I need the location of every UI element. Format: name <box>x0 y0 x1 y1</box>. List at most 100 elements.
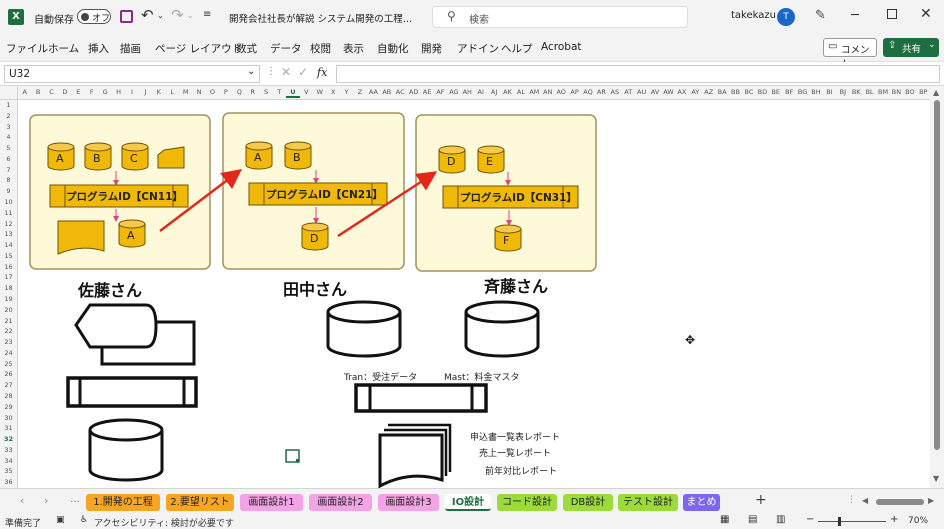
column-header-cell[interactable]: BI <box>823 88 836 96</box>
card-shape-outline[interactable] <box>74 303 196 366</box>
row-header-cell[interactable]: 4 <box>0 132 17 143</box>
column-header-cell[interactable]: AC <box>394 88 407 96</box>
column-header-cell[interactable]: AR <box>595 88 608 96</box>
row-header-cell[interactable]: 22 <box>0 326 17 337</box>
comment-button[interactable]: ▭ コメント <box>823 38 877 70</box>
row-header-cell[interactable]: 1 <box>0 100 17 111</box>
column-header-cell[interactable]: AF <box>434 88 447 96</box>
name-box[interactable]: U32 ⌄ <box>4 65 260 83</box>
column-header-cell[interactable]: X <box>326 88 339 96</box>
row-header-cell[interactable]: 35 <box>0 466 17 477</box>
tab-acrobat[interactable]: Acrobat <box>541 41 582 53</box>
column-header-cell[interactable]: BH <box>809 88 822 96</box>
column-header-cell[interactable]: AI <box>474 88 487 96</box>
zoom-slider[interactable] <box>818 517 886 526</box>
row-header-cell[interactable]: 25 <box>0 359 17 370</box>
column-header-cell[interactable]: Z <box>353 88 366 96</box>
customize-qat-icon[interactable]: ≡ <box>203 9 211 20</box>
tab-formulas[interactable]: 数式 <box>236 41 257 56</box>
column-header-cell[interactable]: BC <box>742 88 755 96</box>
row-header-cell[interactable]: 33 <box>0 445 17 456</box>
tab-insert[interactable]: 挿入 <box>88 41 109 56</box>
row-header-cell[interactable]: 12 <box>0 219 17 230</box>
sheet-tab[interactable]: まとめ <box>683 494 720 511</box>
column-header-cell[interactable]: AE <box>420 88 433 96</box>
sheet-tab[interactable]: テスト設計 <box>618 494 678 511</box>
horizontal-scrollbar[interactable]: ◀ ▶ <box>862 496 938 508</box>
predefined-process-shape[interactable] <box>66 376 198 408</box>
column-header-cell[interactable]: AB <box>380 88 393 96</box>
row-header-cell[interactable]: 28 <box>0 391 17 402</box>
column-header-cell[interactable]: F <box>85 88 98 96</box>
column-header-cell[interactable]: AA <box>367 88 380 96</box>
close-icon[interactable]: ✕ <box>920 6 932 22</box>
row-header-cell[interactable]: 6 <box>0 154 17 165</box>
column-header-cell[interactable]: AK <box>501 88 514 96</box>
hscroll-left-icon[interactable]: ◀ <box>862 496 868 505</box>
column-header-cell[interactable]: AY <box>689 88 702 96</box>
more-icon[interactable]: ⋮ <box>266 66 276 77</box>
predefined-process-shape-2[interactable] <box>354 383 488 413</box>
undo-dropdown-icon[interactable]: ⌄ <box>157 11 164 20</box>
column-header-cell[interactable]: D <box>58 88 71 96</box>
scroll-thumb[interactable] <box>934 100 940 450</box>
tab-view[interactable]: 表示 <box>343 41 364 56</box>
column-header-cell[interactable]: AU <box>635 88 648 96</box>
tab-help[interactable]: ヘルプ <box>501 41 533 56</box>
tab-draw[interactable]: 描画 <box>120 41 141 56</box>
column-header-cell[interactable]: BB <box>729 88 742 96</box>
column-header-cell[interactable]: AG <box>447 88 460 96</box>
column-header-cell[interactable]: BP <box>917 88 930 96</box>
row-header-cell[interactable]: 15 <box>0 251 17 262</box>
zoom-in-icon[interactable]: + <box>890 514 898 525</box>
column-header-cell[interactable]: M <box>179 88 192 96</box>
column-header-cell[interactable]: I <box>125 88 138 96</box>
sheet-tab[interactable]: 画面設計1 <box>240 494 303 511</box>
enter-icon[interactable]: ✓ <box>298 65 308 79</box>
column-header-cell[interactable]: BL <box>863 88 876 96</box>
sheet-tab[interactable]: DB設計 <box>563 494 613 511</box>
user-name[interactable]: takekazu <box>731 10 776 21</box>
column-header-cell[interactable]: H <box>112 88 125 96</box>
column-header-cell[interactable]: J <box>139 88 152 96</box>
column-header-cell[interactable]: T <box>273 88 286 96</box>
row-header-cell[interactable]: 7 <box>0 165 17 176</box>
column-header-cell[interactable]: R <box>246 88 259 96</box>
row-header-cell[interactable]: 14 <box>0 240 17 251</box>
column-header-cell[interactable]: Q <box>233 88 246 96</box>
column-header-cell[interactable]: S <box>259 88 272 96</box>
share-button[interactable]: ⇪ 共有 ⌄ <box>883 38 939 57</box>
save-icon[interactable] <box>120 10 133 23</box>
cancel-icon[interactable]: ✕ <box>281 65 291 79</box>
column-header-cell[interactable]: AV <box>648 88 661 96</box>
cylinder-outline-mast[interactable] <box>464 300 540 358</box>
row-header-cell[interactable]: 13 <box>0 229 17 240</box>
column-header-cell[interactable]: AN <box>541 88 554 96</box>
column-header-cell[interactable]: BN <box>890 88 903 96</box>
column-header-cell[interactable]: AM <box>528 88 541 96</box>
hscroll-thumb[interactable] <box>876 499 924 505</box>
document-title[interactable]: 開発会社社長が解説 システム開発の工程… <box>229 11 412 25</box>
designer-icon[interactable]: ✎ <box>815 8 826 23</box>
row-header-cell[interactable]: 16 <box>0 262 17 273</box>
zoom-slider-handle[interactable] <box>838 517 841 526</box>
column-header-cell[interactable]: BG <box>796 88 809 96</box>
column-header-cell[interactable]: U <box>286 88 300 98</box>
row-header-cell[interactable]: 3 <box>0 122 17 133</box>
row-header-cell[interactable]: 29 <box>0 402 17 413</box>
tab-scroll-right-icon[interactable]: › <box>44 494 48 507</box>
column-header-cell[interactable]: AJ <box>487 88 500 96</box>
column-header-cell[interactable]: W <box>313 88 326 96</box>
row-header-cell[interactable]: 17 <box>0 272 17 283</box>
tab-home[interactable]: ホーム <box>48 41 79 56</box>
column-header-cell[interactable]: BF <box>782 88 795 96</box>
redo-icon[interactable]: ↷ <box>171 6 184 24</box>
row-header-cell[interactable]: 24 <box>0 348 17 359</box>
column-header-cell[interactable]: Y <box>340 88 353 96</box>
tab-overflow-icon[interactable]: … <box>70 494 80 505</box>
vertical-scrollbar[interactable]: ▲ ▼ <box>930 86 944 488</box>
column-header-cell[interactable]: AZ <box>702 88 715 96</box>
row-header-cell[interactable]: 30 <box>0 413 17 424</box>
macro-record-icon[interactable]: ▣ <box>56 515 65 525</box>
column-header-cell[interactable]: O <box>206 88 219 96</box>
